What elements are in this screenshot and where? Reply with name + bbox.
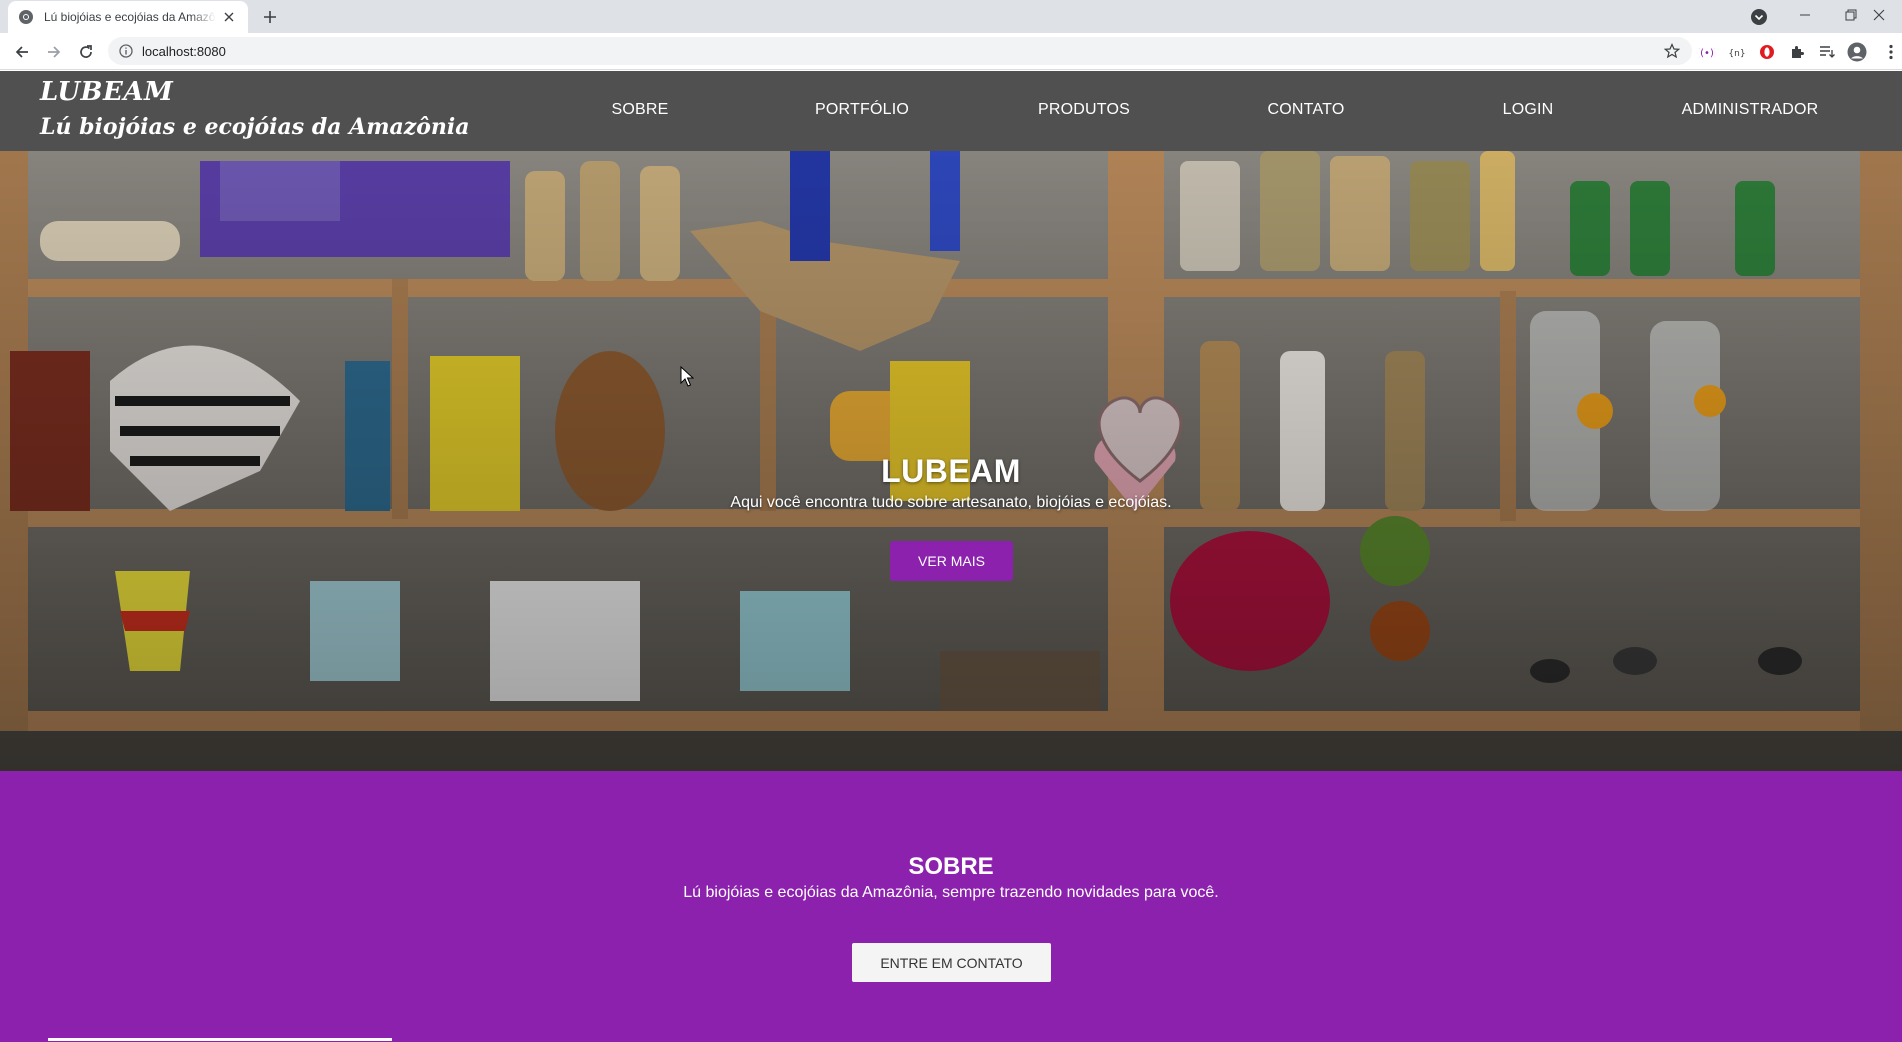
about-title: SOBRE: [908, 853, 994, 880]
extension-braces-icon[interactable]: {n}: [1727, 42, 1747, 62]
hero-section: LUBEAM Aqui você encontra tudo sobre art…: [0, 151, 1902, 771]
nav-sobre[interactable]: SOBRE: [611, 101, 668, 119]
nav-login[interactable]: LOGIN: [1503, 101, 1554, 119]
menu-kebab-icon[interactable]: [1884, 42, 1898, 62]
extensions-icon[interactable]: [1787, 42, 1807, 62]
close-icon[interactable]: [220, 8, 238, 26]
nav-contato[interactable]: CONTATO: [1268, 101, 1345, 119]
window-close-icon[interactable]: [1856, 0, 1902, 30]
url-text: localhost:8080: [142, 43, 226, 59]
svg-text:{n}: {n}: [1729, 49, 1745, 58]
hero-subtitle: Aqui você encontra tudo sobre artesanato…: [730, 494, 1172, 511]
entre-em-contato-button[interactable]: ENTRE EM CONTATO: [852, 943, 1051, 982]
browser-tab[interactable]: Lú biojóias e ecojóias da Amazônia: [8, 1, 248, 33]
info-icon[interactable]: [118, 43, 134, 59]
site-header: LUBEAM Lú biojóias e ecojóias da Amazôni…: [0, 71, 1902, 151]
svg-text:((•)): ((•)): [1699, 48, 1715, 58]
media-queue-icon[interactable]: [1817, 42, 1837, 62]
minimize-icon[interactable]: [1782, 0, 1828, 30]
nav-portfolio[interactable]: PORTFÓLIO: [815, 101, 909, 119]
browser-tabstrip: Lú biojóias e ecojóias da Amazônia: [0, 0, 1902, 33]
page-viewport: LUBEAM Lú biojóias e ecojóias da Amazôni…: [0, 71, 1902, 1042]
main-nav: SOBRE PORTFÓLIO PRODUTOS CONTATO LOGIN A…: [0, 71, 1902, 151]
chrome-favicon-icon: [18, 9, 34, 25]
reload-icon[interactable]: [72, 38, 100, 66]
about-text: Lú biojóias e ecojóias da Amazônia, semp…: [683, 884, 1219, 901]
page-edge-highlight: [48, 1038, 392, 1041]
address-bar[interactable]: localhost:8080: [108, 37, 1692, 65]
nav-produtos[interactable]: PRODUTOS: [1038, 101, 1130, 119]
back-icon[interactable]: [8, 38, 36, 66]
mouse-cursor-icon: [680, 366, 694, 387]
about-section: SOBRE Lú biojóias e ecojóias da Amazônia…: [0, 771, 1902, 1042]
hero-title: LUBEAM: [881, 453, 1021, 489]
forward-icon[interactable]: [40, 38, 68, 66]
new-tab-plus-icon[interactable]: [258, 6, 282, 28]
ver-mais-button[interactable]: VER MAIS: [890, 541, 1013, 581]
browser-toolbar: localhost:8080 ((•)) {n}: [0, 33, 1902, 70]
tab-title: Lú biojóias e ecojóias da Amazônia: [44, 10, 216, 24]
nav-administrador[interactable]: ADMINISTRADOR: [1682, 101, 1819, 119]
hero-content: LUBEAM Aqui você encontra tudo sobre art…: [0, 453, 1902, 512]
star-icon[interactable]: [1663, 43, 1681, 59]
extension-broadcast-icon[interactable]: ((•)): [1697, 42, 1717, 62]
tab-search-icon[interactable]: [1750, 8, 1768, 26]
extension-opera-icon[interactable]: [1757, 42, 1777, 62]
avatar-icon[interactable]: [1847, 42, 1867, 62]
